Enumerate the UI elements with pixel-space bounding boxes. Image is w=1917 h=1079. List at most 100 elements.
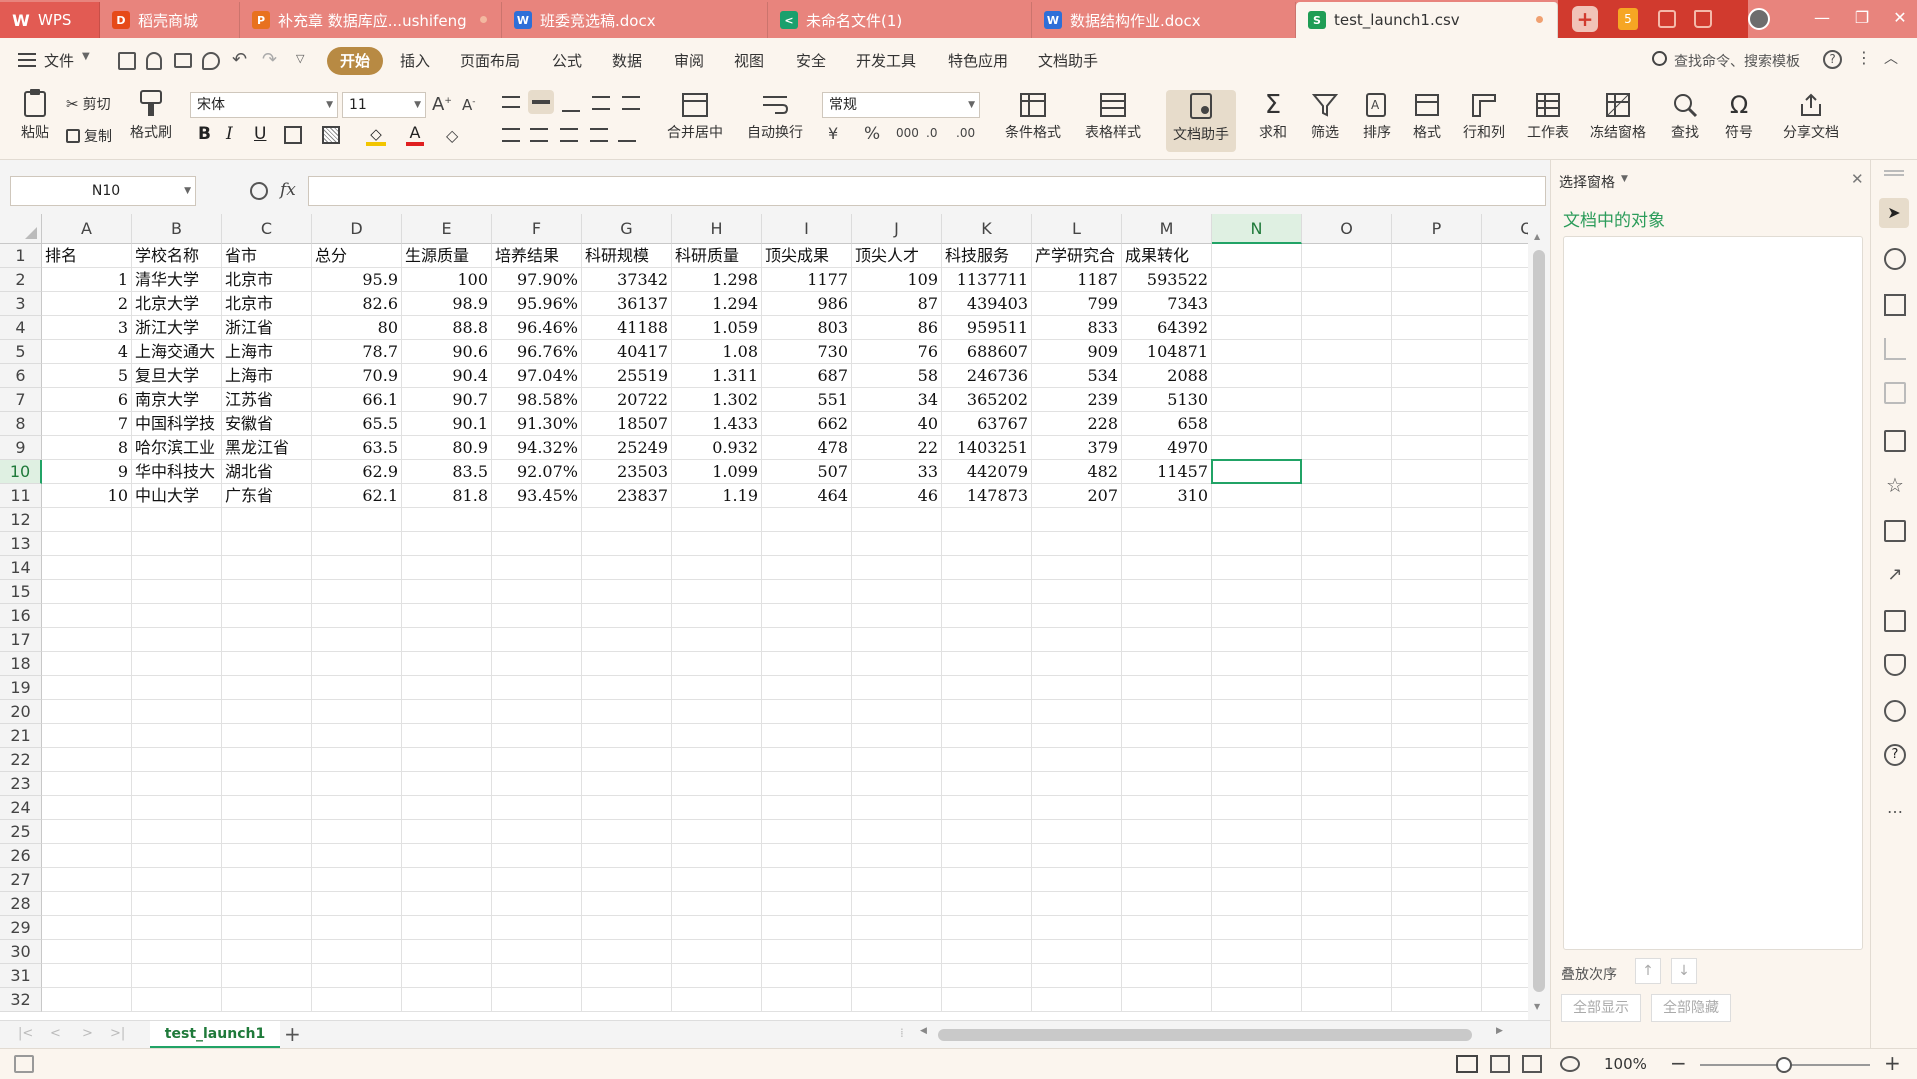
cell-e9[interactable]: 80.9 xyxy=(402,436,492,460)
cell-j4[interactable]: 86 xyxy=(852,316,942,340)
cell-c16[interactable] xyxy=(222,604,312,628)
cell-b23[interactable] xyxy=(132,772,222,796)
cell-j24[interactable] xyxy=(852,796,942,820)
share-doc-button[interactable]: 分享文档 xyxy=(1776,92,1846,142)
cell-k5[interactable]: 688607 xyxy=(942,340,1032,364)
help-icon[interactable]: ? xyxy=(1823,50,1842,69)
cell-b8[interactable]: 中国科学技 xyxy=(132,412,222,436)
cell-k31[interactable] xyxy=(942,964,1032,988)
cell-h26[interactable] xyxy=(672,844,762,868)
cell-n29[interactable] xyxy=(1212,916,1302,940)
cell-k23[interactable] xyxy=(942,772,1032,796)
row-header-15[interactable]: 15 xyxy=(0,580,42,604)
show-all-button[interactable]: 全部显示 xyxy=(1561,994,1641,1022)
cell-h17[interactable] xyxy=(672,628,762,652)
cell-d30[interactable] xyxy=(312,940,402,964)
percent-icon[interactable]: % xyxy=(864,124,880,144)
row-header-25[interactable]: 25 xyxy=(0,820,42,844)
tab-wps-home[interactable]: W WPS xyxy=(0,2,100,38)
cell-m2[interactable]: 593522 xyxy=(1122,268,1212,292)
cell-a16[interactable] xyxy=(42,604,132,628)
restore-icon[interactable]: ❐ xyxy=(1852,8,1872,28)
cell-q29[interactable] xyxy=(1482,916,1528,940)
cell-f18[interactable] xyxy=(492,652,582,676)
cell-e25[interactable] xyxy=(402,820,492,844)
cell-m28[interactable] xyxy=(1122,892,1212,916)
cell-i3[interactable]: 986 xyxy=(762,292,852,316)
cell-f13[interactable] xyxy=(492,532,582,556)
cell-i8[interactable]: 662 xyxy=(762,412,852,436)
column-header-k[interactable]: K xyxy=(942,214,1032,244)
next-sheet-icon[interactable]: > xyxy=(82,1026,93,1041)
cell-n32[interactable] xyxy=(1212,988,1302,1012)
cell-h16[interactable] xyxy=(672,604,762,628)
row-header-16[interactable]: 16 xyxy=(0,604,42,628)
cell-j21[interactable] xyxy=(852,724,942,748)
cell-c3[interactable]: 北京市 xyxy=(222,292,312,316)
format-button[interactable]: 格式 xyxy=(1404,92,1450,142)
cell-c20[interactable] xyxy=(222,700,312,724)
print-icon[interactable] xyxy=(174,53,192,68)
cell-o29[interactable] xyxy=(1302,916,1392,940)
cell-c6[interactable]: 上海市 xyxy=(222,364,312,388)
cell-i11[interactable]: 464 xyxy=(762,484,852,508)
cell-n1[interactable] xyxy=(1212,244,1302,268)
gallery-icon[interactable] xyxy=(1884,430,1906,452)
row-header-19[interactable]: 19 xyxy=(0,676,42,700)
scroll-up-icon[interactable]: ▲ xyxy=(1534,232,1540,241)
cell-o13[interactable] xyxy=(1302,532,1392,556)
cell-d26[interactable] xyxy=(312,844,402,868)
cell-l23[interactable] xyxy=(1032,772,1122,796)
cell-d2[interactable]: 95.9 xyxy=(312,268,402,292)
tab-page-layout[interactable]: 页面布局 xyxy=(460,50,520,71)
cell-h14[interactable] xyxy=(672,556,762,580)
cell-k1[interactable]: 科技服务 xyxy=(942,244,1032,268)
row-header-2[interactable]: 2 xyxy=(0,268,42,292)
cell-k27[interactable] xyxy=(942,868,1032,892)
cell-k19[interactable] xyxy=(942,676,1032,700)
distribute-icon[interactable] xyxy=(618,128,636,142)
cell-l25[interactable] xyxy=(1032,820,1122,844)
cell-q30[interactable] xyxy=(1482,940,1528,964)
cell-c21[interactable] xyxy=(222,724,312,748)
cell-l2[interactable]: 1187 xyxy=(1032,268,1122,292)
cell-l11[interactable]: 207 xyxy=(1032,484,1122,508)
cell-l21[interactable] xyxy=(1032,724,1122,748)
cell-j10[interactable]: 33 xyxy=(852,460,942,484)
cell-g20[interactable] xyxy=(582,700,672,724)
cell-e14[interactable] xyxy=(402,556,492,580)
cell-m25[interactable] xyxy=(1122,820,1212,844)
cell-j12[interactable] xyxy=(852,508,942,532)
cell-n17[interactable] xyxy=(1212,628,1302,652)
chevron-down-icon[interactable]: ▼ xyxy=(82,51,90,62)
cell-q10[interactable] xyxy=(1482,460,1528,484)
freeze-panes-button[interactable]: 冻结窗格 xyxy=(1582,92,1654,142)
cell-i12[interactable] xyxy=(762,508,852,532)
cell-f23[interactable] xyxy=(492,772,582,796)
cell-f26[interactable] xyxy=(492,844,582,868)
cell-h32[interactable] xyxy=(672,988,762,1012)
cell-m14[interactable] xyxy=(1122,556,1212,580)
cell-p17[interactable] xyxy=(1392,628,1482,652)
cell-c13[interactable] xyxy=(222,532,312,556)
cell-n3[interactable] xyxy=(1212,292,1302,316)
formula-input[interactable] xyxy=(308,176,1546,206)
cell-f9[interactable]: 94.32% xyxy=(492,436,582,460)
more-options-icon[interactable]: ⋮ xyxy=(1856,48,1872,67)
cell-h10[interactable]: 1.099 xyxy=(672,460,762,484)
cell-i9[interactable]: 478 xyxy=(762,436,852,460)
cell-q16[interactable] xyxy=(1482,604,1528,628)
cell-q31[interactable] xyxy=(1482,964,1528,988)
cell-b9[interactable]: 哈尔滨工业 xyxy=(132,436,222,460)
tab-special[interactable]: 特色应用 xyxy=(948,50,1008,71)
cell-h28[interactable] xyxy=(672,892,762,916)
vertical-scroll-thumb[interactable] xyxy=(1533,250,1545,992)
cell-e20[interactable] xyxy=(402,700,492,724)
border-icon[interactable] xyxy=(284,126,302,144)
cell-g14[interactable] xyxy=(582,556,672,580)
cell-k18[interactable] xyxy=(942,652,1032,676)
cell-o21[interactable] xyxy=(1302,724,1392,748)
underline-button[interactable]: U xyxy=(254,124,266,144)
cell-o6[interactable] xyxy=(1302,364,1392,388)
cell-h5[interactable]: 1.08 xyxy=(672,340,762,364)
